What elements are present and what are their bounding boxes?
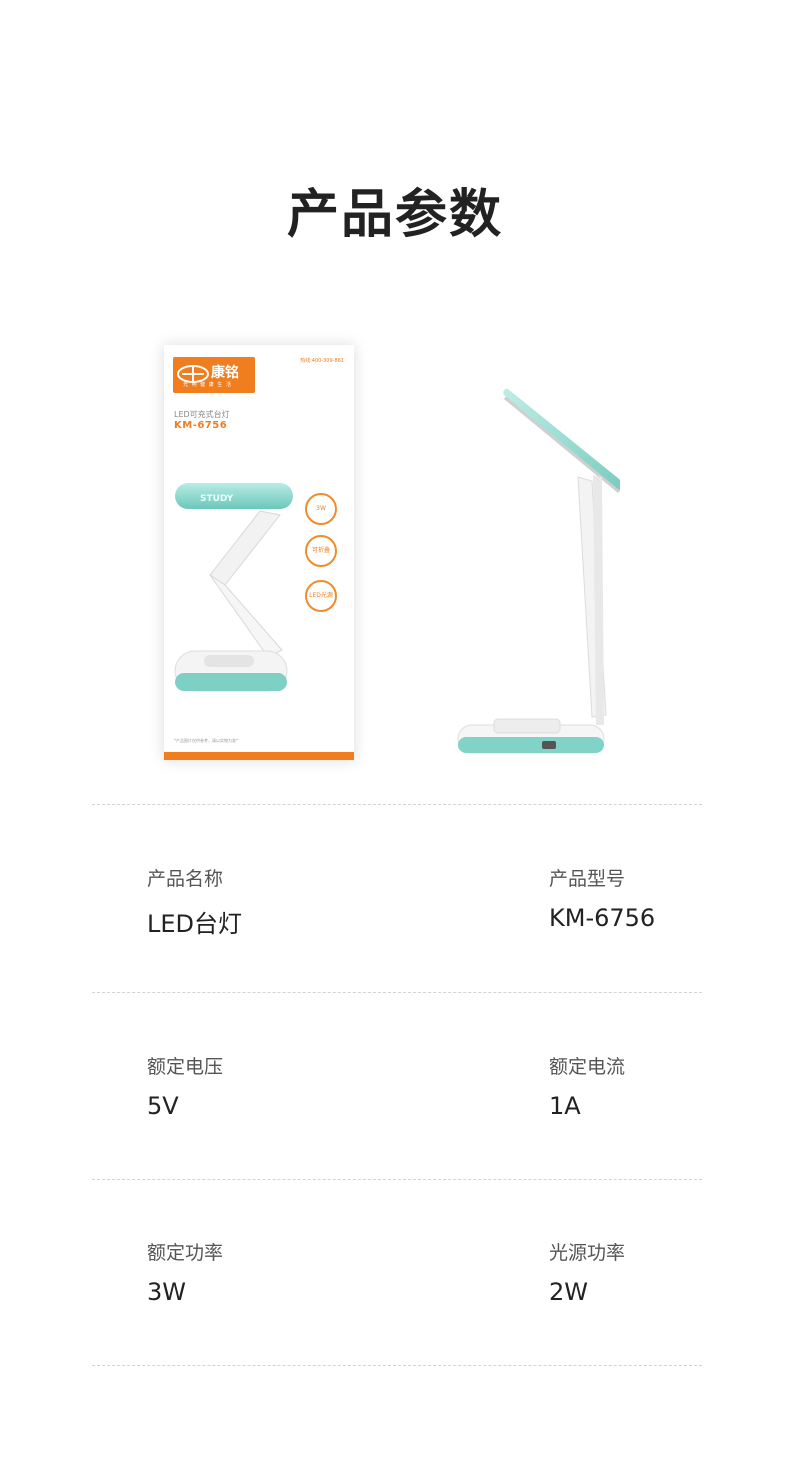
box-note: *产品图片仅供参考，请以实物为准* (174, 738, 238, 743)
divider (92, 804, 702, 805)
spec-light-source-power: 光源功率 2W (549, 1238, 769, 1306)
spec-rated-power: 额定功率 3W (147, 1238, 367, 1306)
spec-value: KM-6756 (549, 904, 656, 932)
hotline-text: 热线:400-309-861 (300, 358, 344, 364)
spec-label: 光源功率 (549, 1242, 626, 1264)
spec-label: 额定电压 (147, 1056, 224, 1078)
spec-label: 额定功率 (147, 1242, 224, 1264)
brand-slogan: 光 明 健 康 生 活 (183, 382, 232, 388)
divider (92, 992, 702, 993)
divider (92, 1179, 702, 1180)
spec-value: 3W (147, 1278, 186, 1306)
badge-foldable: 可折叠 (305, 535, 337, 567)
spec-value: 1A (549, 1092, 581, 1120)
spec-product-model: 产品型号 KM-6756 (549, 864, 769, 932)
brand-name: 康铭 (211, 365, 239, 381)
badge-power: 3W (305, 493, 337, 525)
spec-rated-voltage: 额定电压 5V (147, 1052, 367, 1120)
spec-label: 产品型号 (549, 868, 626, 890)
divider (92, 1365, 702, 1366)
packaging-box-image: 康铭 光 明 健 康 生 活 热线:400-309-861 LED可充式台灯 K… (164, 345, 354, 760)
folded-lamp-illustration: STUDY (174, 483, 293, 692)
badge-led: LED光源 (305, 580, 337, 612)
spec-value: LED台灯 (147, 910, 243, 938)
box-product-name: LED可充式台灯 (174, 410, 230, 419)
box-model: KM-6756 (174, 420, 228, 431)
spec-rated-current: 额定电流 1A (549, 1052, 769, 1120)
lamp-engraved-text: STUDY (200, 494, 234, 504)
unfolded-lamp-image (457, 388, 620, 754)
box-bottom-band (164, 752, 354, 760)
spec-value: 2W (549, 1278, 588, 1306)
spec-label: 额定电流 (549, 1056, 626, 1078)
brand-logo: 康铭 光 明 健 康 生 活 (173, 357, 255, 393)
spec-value: 5V (147, 1092, 179, 1120)
page-title: 产品参数 (286, 185, 503, 245)
spec-product-name: 产品名称 LED台灯 (147, 864, 367, 939)
spec-label: 产品名称 (147, 868, 224, 890)
